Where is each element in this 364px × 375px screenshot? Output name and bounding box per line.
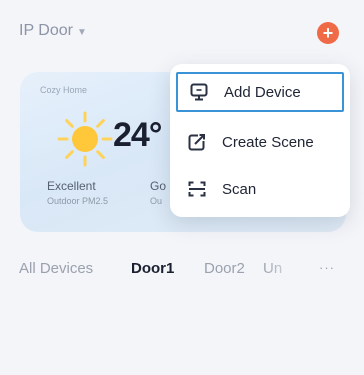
menu-item-add-device[interactable]: Add Device [176,72,344,112]
home-selector[interactable]: IP Door ▼ [19,22,87,40]
chevron-down-icon: ▼ [76,26,87,38]
header: IP Door ▼ + [0,0,364,62]
more-icon[interactable]: ··· [319,260,335,275]
tab-door1[interactable]: Door1 [131,260,174,277]
add-device-icon [188,81,210,103]
menu-item-scan[interactable]: Scan [176,169,344,209]
weather-card-label: Cozy Home [40,85,88,95]
menu-item-label: Scan [222,180,257,198]
temperature: 24° [113,116,162,154]
home-name: IP Door [19,22,73,39]
tab-fade [262,256,314,286]
humidity-sub: Ou [150,196,163,206]
menu-item-create-scene[interactable]: Create Scene [176,122,344,162]
sun-icon [57,111,113,167]
tab-all-devices[interactable]: All Devices [19,260,93,277]
create-scene-icon [186,131,208,153]
add-menu: Add Device Create Scene Scan [170,64,350,217]
air-quality-sub: Outdoor PM2.5 [47,196,109,206]
air-quality-label: Excellent [47,179,96,193]
menu-item-label: Add Device [224,83,301,101]
humidity-label: Go [150,179,167,193]
add-button[interactable]: + [317,22,339,44]
tab-door2[interactable]: Door2 [204,260,245,277]
scan-icon [186,178,208,200]
menu-item-label: Create Scene [222,133,314,151]
